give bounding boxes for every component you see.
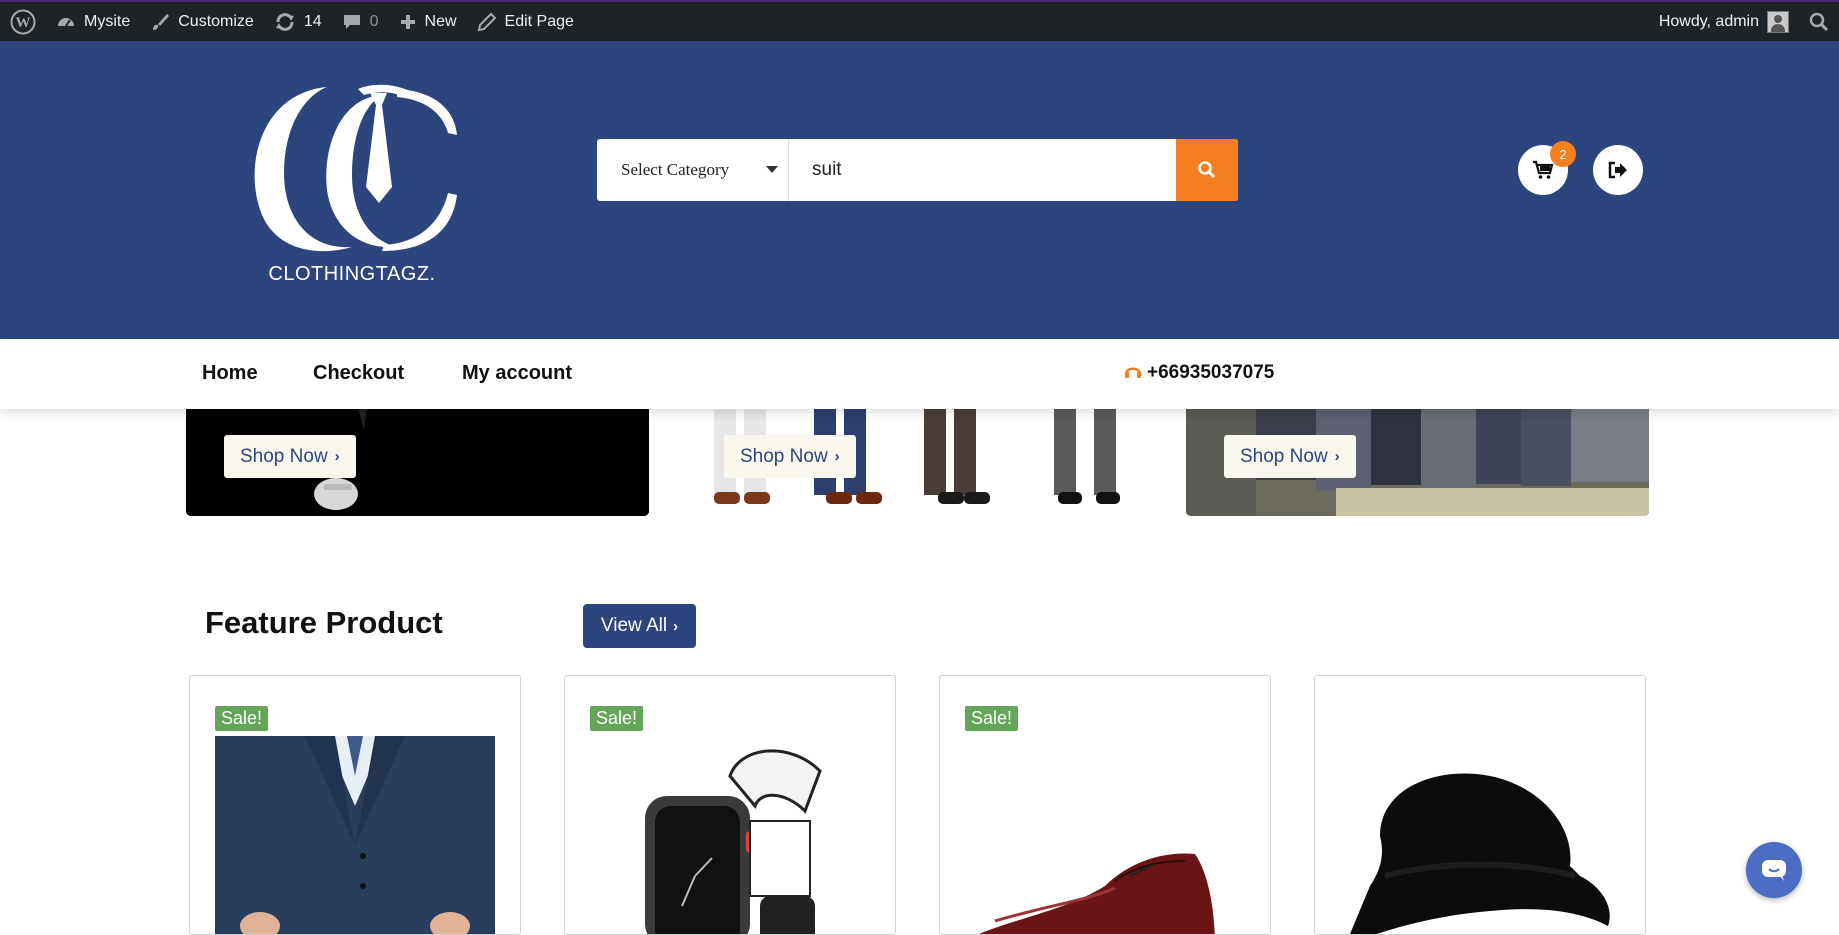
edit-page-label: Edit Page [504,12,574,30]
nav-item-checkout[interactable]: Checkout [313,362,404,385]
product-image-watch [590,736,870,934]
view-all-label: View All [600,615,668,636]
cart-button[interactable]: 2 [1518,141,1576,195]
banner-trousers[interactable]: Shop Now › [686,400,1149,516]
shop-now-button[interactable]: Shop Now › [724,435,856,478]
product-search-form: Select Category [597,139,1238,201]
logo-text: CLOTHINGTAGZ. [268,263,436,285]
site-name-label: Mysite [84,12,131,30]
refresh-icon [274,12,296,32]
nav-item-my-account[interactable]: My account [462,362,572,385]
category-select-label: Select Category [621,160,730,179]
sale-badge: Sale! [590,706,644,731]
customize-label: Customize [178,12,254,30]
updates-link[interactable]: 14 [264,1,332,42]
phone-number: +66935037075 [1147,362,1275,383]
svg-text:W: W [16,15,31,31]
sale-badge: Sale! [215,706,269,731]
chat-widget-button[interactable] [1746,842,1802,898]
howdy-label: Howdy, admin [1658,12,1759,30]
main-navigation: Home Checkout My account +66935037075 [0,339,1839,409]
site-header: CLOTHINGTAGZ. Select Category 2 [0,41,1839,339]
customize-link[interactable]: Customize [140,1,264,42]
product-card[interactable]: Sale! [564,675,896,935]
search-button[interactable] [1176,139,1238,201]
wordpress-icon: W [10,9,36,34]
admin-bar: W Mysite Customize 14 0 New Edit Page Ho… [0,0,1839,41]
shop-now-button[interactable]: Shop Now › [224,435,356,478]
brush-icon [150,12,170,32]
banner-suits[interactable]: Shop Now › [186,400,649,516]
new-label: New [424,12,457,30]
feature-product-heading: Feature Product [205,605,443,640]
sign-out-icon [1608,161,1627,179]
updates-count: 14 [303,12,322,30]
edit-page-link[interactable]: Edit Page [467,1,584,42]
logo-mark [254,84,457,252]
shop-now-label: Shop Now [740,445,828,467]
headphones-icon [1124,363,1142,384]
nav-item-home[interactable]: Home [202,362,258,385]
chevron-down-icon [766,166,778,173]
chevron-right-icon: › [1334,448,1340,465]
my-account-link[interactable]: Howdy, admin [1649,1,1799,42]
sale-badge: Sale! [965,706,1019,731]
shopping-cart-icon [1533,160,1554,179]
comments-link[interactable]: 0 [332,1,389,42]
search-icon [1198,161,1216,179]
cart-count-badge: 2 [1550,141,1576,167]
logout-button[interactable] [1593,145,1643,195]
product-card[interactable] [1314,675,1646,935]
shop-now-label: Shop Now [240,445,328,467]
site-name-link[interactable]: Mysite [46,1,140,42]
site-logo[interactable]: CLOTHINGTAGZ. [232,75,472,290]
contact-phone[interactable]: +66935037075 [1124,362,1274,384]
chevron-right-icon: › [673,617,679,635]
chat-icon [1762,860,1786,881]
comment-icon [342,12,362,32]
plus-icon [399,13,417,31]
product-image-hat [1340,736,1620,934]
dashboard-icon [56,12,76,32]
pencil-icon [477,12,497,32]
avatar [1767,10,1789,33]
shop-now-button[interactable]: Shop Now › [1224,435,1356,478]
product-image-shoe [965,736,1245,934]
admin-search-button[interactable] [1799,1,1839,42]
product-card[interactable]: Sale! [939,675,1271,935]
shop-now-label: Shop Now [1240,445,1328,467]
banner-jackets[interactable]: Shop Now › [1186,400,1649,516]
chevron-right-icon: › [334,448,340,465]
search-input[interactable] [789,139,1176,201]
chevron-right-icon: › [834,448,840,465]
product-image-suit [215,736,495,934]
category-select[interactable]: Select Category [597,139,789,201]
comments-count: 0 [369,12,379,30]
product-card[interactable]: Sale! [189,675,521,935]
wordpress-logo-button[interactable]: W [0,1,46,42]
search-icon [1809,12,1829,31]
view-all-button[interactable]: View All › [583,604,696,648]
new-content-link[interactable]: New [389,1,467,42]
